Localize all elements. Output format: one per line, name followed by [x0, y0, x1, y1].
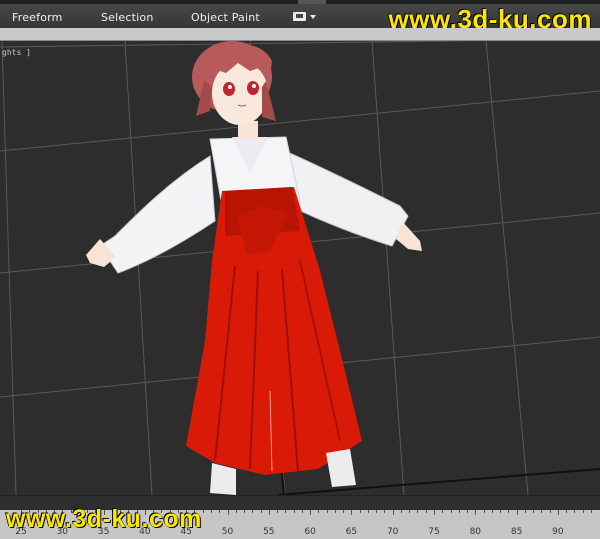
- tab-freeform[interactable]: Freeform: [12, 11, 63, 24]
- tab-object-paint[interactable]: Object Paint: [191, 11, 260, 24]
- timeline-tick: [549, 510, 551, 513]
- timeline-tick: [343, 510, 345, 513]
- timeline-tick: [417, 510, 419, 513]
- ribbon-grip[interactable]: [298, 0, 326, 4]
- timeline-tick: [359, 510, 361, 513]
- timeline-tick: [293, 510, 295, 513]
- timeline-tick: [590, 510, 592, 513]
- timeline-tick: [384, 510, 386, 513]
- 3dsmax-window: Freeform Selection Object Paint www.3d-k…: [0, 0, 600, 539]
- timeline-tick: [376, 510, 378, 513]
- timeline-tick: [219, 510, 221, 513]
- timeline-tick: [244, 510, 246, 513]
- timeline-tick: [326, 510, 328, 513]
- timeline-tick: [318, 510, 320, 513]
- timeline-tick-label: 75: [428, 527, 440, 537]
- timeline-tick: [483, 510, 485, 513]
- ribbon-toolbar: Freeform Selection Object Paint www.3d-k…: [0, 0, 600, 34]
- dropdown-toggle-icon[interactable]: [293, 11, 317, 23]
- timeline-tick: [458, 510, 460, 513]
- viewport-grid: [0, 41, 600, 495]
- timeline-tick-label: 60: [304, 527, 316, 537]
- timeline-tick: [400, 510, 402, 513]
- ribbon-panel-strip: [0, 28, 600, 41]
- timeline-tick: [491, 510, 493, 513]
- timeline-tick: [467, 510, 469, 513]
- timeline-tick: [557, 510, 559, 515]
- timeline-tick: [574, 510, 576, 513]
- character-model[interactable]: [86, 41, 422, 495]
- timeline-tick: [409, 510, 411, 513]
- timeline-tick: [450, 510, 452, 513]
- timeline-tick: [442, 510, 444, 513]
- timeline-tick: [301, 510, 303, 513]
- timeline-tick: [235, 510, 237, 513]
- timeline-tick: [524, 510, 526, 513]
- timeline-tick: [541, 510, 543, 513]
- timeline-tick: [210, 510, 212, 513]
- timeline-tick-label: 90: [552, 527, 564, 537]
- timeline-tick: [533, 510, 535, 513]
- perspective-viewport[interactable]: ghts ]: [0, 41, 600, 495]
- timeline-tick: [351, 510, 353, 515]
- timeline-tick-label: 80: [469, 527, 482, 537]
- timeline-tick: [516, 510, 518, 515]
- timeline-tick: [500, 510, 502, 513]
- timeline-tick: [508, 510, 510, 513]
- timeline-tick: [202, 510, 204, 513]
- viewport-label[interactable]: ghts ]: [2, 48, 31, 57]
- timeline-tick: [392, 510, 394, 515]
- timeline-tick: [434, 510, 435, 515]
- timeline-tick-label: 70: [386, 527, 399, 537]
- timeline-tick: [252, 510, 254, 513]
- timeline-tick-label: 55: [263, 527, 275, 537]
- timeline-tick: [227, 510, 229, 515]
- timeline-tick-label: 85: [510, 527, 523, 537]
- timeline-tick: [285, 510, 287, 513]
- timeline-tick-label: 50: [221, 527, 234, 537]
- timeline-tick: [310, 510, 312, 515]
- timeline-tick: [566, 510, 568, 513]
- tab-selection[interactable]: Selection: [101, 11, 154, 24]
- timeline-tick: [260, 510, 262, 513]
- timeline-tick: [582, 510, 584, 513]
- timeline-tick: [367, 510, 369, 513]
- timeline-tick: [334, 510, 336, 513]
- watermark-bottom: www.3d-ku.com: [6, 505, 202, 533]
- timeline-tick: [425, 510, 427, 513]
- timeline-tick: [268, 510, 270, 515]
- timeline-tick: [475, 510, 477, 515]
- timeline-tick: [277, 510, 279, 513]
- timeline-tick-label: 65: [345, 527, 358, 537]
